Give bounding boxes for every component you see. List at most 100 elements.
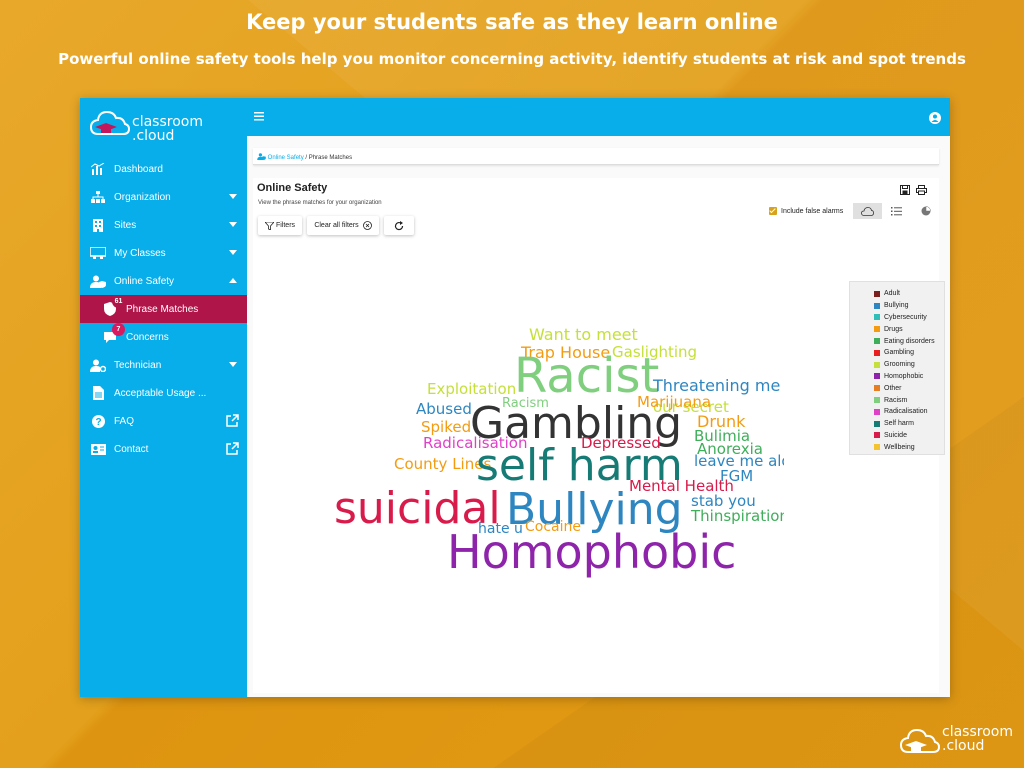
legend-swatch bbox=[874, 361, 880, 368]
building-icon bbox=[90, 217, 106, 233]
legend-item[interactable]: Self harm bbox=[874, 418, 944, 430]
legend-item[interactable]: Eating disorders bbox=[874, 335, 944, 347]
clear-filters-button[interactable]: Clear all filters bbox=[307, 216, 379, 235]
sidebar-item-phrase-matches[interactable]: 61 Phrase Matches bbox=[80, 295, 247, 323]
filters-button[interactable]: Filters bbox=[258, 216, 302, 235]
view-toggle bbox=[853, 203, 941, 219]
online-safety-card: Online Safety View the phrase matches fo… bbox=[253, 178, 945, 693]
logo-text: classroom .cloud bbox=[132, 114, 203, 144]
sidebar-item-faq[interactable]: ? FAQ bbox=[80, 407, 247, 435]
legend-label: Drugs bbox=[884, 325, 903, 333]
word-cloud-canvas: Want to meetTrap House GaslightingRacistT… bbox=[334, 325, 809, 579]
cloud-logo-icon bbox=[900, 728, 940, 753]
print-icon[interactable] bbox=[916, 182, 927, 200]
sidebar-item-acceptable-usage[interactable]: Acceptable Usage ... bbox=[80, 379, 247, 407]
clear-filters-label: Clear all filters bbox=[314, 222, 359, 229]
pie-view-button[interactable] bbox=[911, 203, 940, 219]
user-shield-icon bbox=[90, 273, 106, 289]
legend-item[interactable]: Cybersecurity bbox=[874, 312, 944, 324]
sidebar-item-online-safety[interactable]: Online Safety bbox=[80, 267, 247, 295]
legend-item[interactable]: Suicide bbox=[874, 430, 944, 442]
question-icon: ? bbox=[90, 413, 106, 429]
sidebar-nav: Dashboard Organization Sites My Classes … bbox=[80, 155, 247, 463]
sidebar-item-dashboard[interactable]: Dashboard bbox=[80, 155, 247, 183]
sidebar-item-label: Organization bbox=[114, 191, 171, 203]
legend-swatch bbox=[874, 408, 880, 415]
false-alarms-label: Include false alarms bbox=[781, 207, 844, 215]
include-false-alarms-checkbox[interactable]: Include false alarms bbox=[769, 207, 843, 215]
legend-item[interactable]: Gambling bbox=[874, 347, 944, 359]
legend-item[interactable]: Homophobic bbox=[874, 371, 944, 383]
refresh-icon bbox=[394, 220, 404, 230]
app-window: classroom .cloud Dashboard Organization bbox=[80, 98, 950, 697]
external-link-icon bbox=[226, 414, 239, 430]
legend-label: Suicide bbox=[884, 431, 907, 439]
breadcrumb-link-online-safety[interactable]: Online Safety bbox=[268, 155, 304, 161]
word-cloud: Want to meet Trap House Gaslighting Racist T… bbox=[324, 325, 809, 606]
sidebar-item-label: Online Safety bbox=[114, 275, 175, 287]
legend-item[interactable]: Racism bbox=[874, 394, 944, 406]
user-shield-icon bbox=[257, 153, 266, 160]
classroom-icon bbox=[90, 245, 106, 261]
sidebar-item-concerns[interactable]: 7 Concerns bbox=[80, 323, 247, 351]
legend-swatch bbox=[874, 397, 880, 404]
brand-logo: classroom .cloud bbox=[900, 724, 1020, 764]
sidebar-item-sites[interactable]: Sites bbox=[80, 211, 247, 239]
legend-label: Adult bbox=[884, 290, 900, 298]
sidebar-item-organization[interactable]: Organization bbox=[80, 183, 247, 211]
legend-swatch bbox=[874, 432, 880, 439]
cloud-icon bbox=[861, 206, 874, 216]
legend-label: Cybersecurity bbox=[884, 313, 927, 321]
legend-swatch bbox=[874, 326, 880, 333]
external-link-icon bbox=[226, 442, 239, 458]
cloud-view-button[interactable] bbox=[853, 203, 882, 219]
sidebar-item-label: Phrase Matches bbox=[126, 303, 199, 315]
sidebar-item-technician[interactable]: Technician bbox=[80, 351, 247, 379]
main-content: Online Safety / Phrase Matches Online Sa… bbox=[247, 136, 950, 697]
legend-item[interactable]: Radicalisation bbox=[874, 406, 944, 418]
sidebar-item-label: FAQ bbox=[114, 415, 135, 427]
legend-label: Radicalisation bbox=[884, 408, 928, 416]
marketing-headline: Keep your students safe as they learn on… bbox=[246, 10, 778, 34]
sidebar-item-label: My Classes bbox=[114, 247, 166, 259]
legend-item[interactable]: Adult bbox=[874, 288, 944, 300]
phrase-matches-badge: 61 bbox=[112, 295, 125, 308]
word-cloud-term[interactable]: Abused bbox=[416, 400, 472, 418]
sidebar: classroom .cloud Dashboard Organization bbox=[80, 98, 247, 697]
list-view-button[interactable] bbox=[882, 203, 911, 219]
chevron-down-icon bbox=[229, 362, 237, 367]
sidebar-item-contact[interactable]: Contact bbox=[80, 435, 247, 463]
word-cloud-term[interactable]: Thinspiration bbox=[690, 507, 789, 525]
legend-item[interactable]: Wellbeing bbox=[874, 441, 944, 453]
legend-label: Wellbeing bbox=[884, 443, 915, 451]
page-subtitle: View the phrase matches for your organiz… bbox=[258, 200, 382, 206]
legend-label: Self harm bbox=[884, 420, 914, 428]
document-icon bbox=[90, 385, 106, 401]
svg-text:?: ? bbox=[95, 417, 101, 428]
hamburger-icon[interactable] bbox=[254, 110, 264, 124]
list-icon bbox=[891, 206, 902, 215]
legend-swatch bbox=[874, 385, 880, 392]
legend-label: Bullying bbox=[884, 302, 909, 310]
legend-swatch bbox=[874, 349, 880, 356]
legend-label: Racism bbox=[884, 396, 908, 404]
legend-item[interactable]: Grooming bbox=[874, 359, 944, 371]
sidebar-item-label: Concerns bbox=[126, 331, 169, 343]
legend-item[interactable]: Bullying bbox=[874, 300, 944, 312]
checkbox-checked-icon bbox=[769, 207, 777, 215]
chevron-up-icon bbox=[229, 278, 237, 283]
marketing-subheadline: Powerful online safety tools help you mo… bbox=[58, 50, 966, 68]
sidebar-item-my-classes[interactable]: My Classes bbox=[80, 239, 247, 267]
save-icon[interactable] bbox=[900, 182, 910, 200]
legend-label: Homophobic bbox=[884, 372, 924, 380]
word-cloud-term[interactable]: Homophobic bbox=[447, 525, 736, 579]
word-cloud-term[interactable]: Want to meet bbox=[529, 325, 638, 344]
legend-item[interactable]: Other bbox=[874, 382, 944, 394]
breadcrumb-separator: / bbox=[305, 155, 308, 161]
logo[interactable]: classroom .cloud bbox=[90, 106, 230, 146]
refresh-button[interactable] bbox=[384, 216, 414, 235]
user-circle-icon[interactable] bbox=[929, 111, 941, 129]
chart-icon bbox=[90, 161, 106, 177]
legend-item[interactable]: Drugs bbox=[874, 323, 944, 335]
breadcrumb: Online Safety / Phrase Matches bbox=[253, 148, 939, 165]
